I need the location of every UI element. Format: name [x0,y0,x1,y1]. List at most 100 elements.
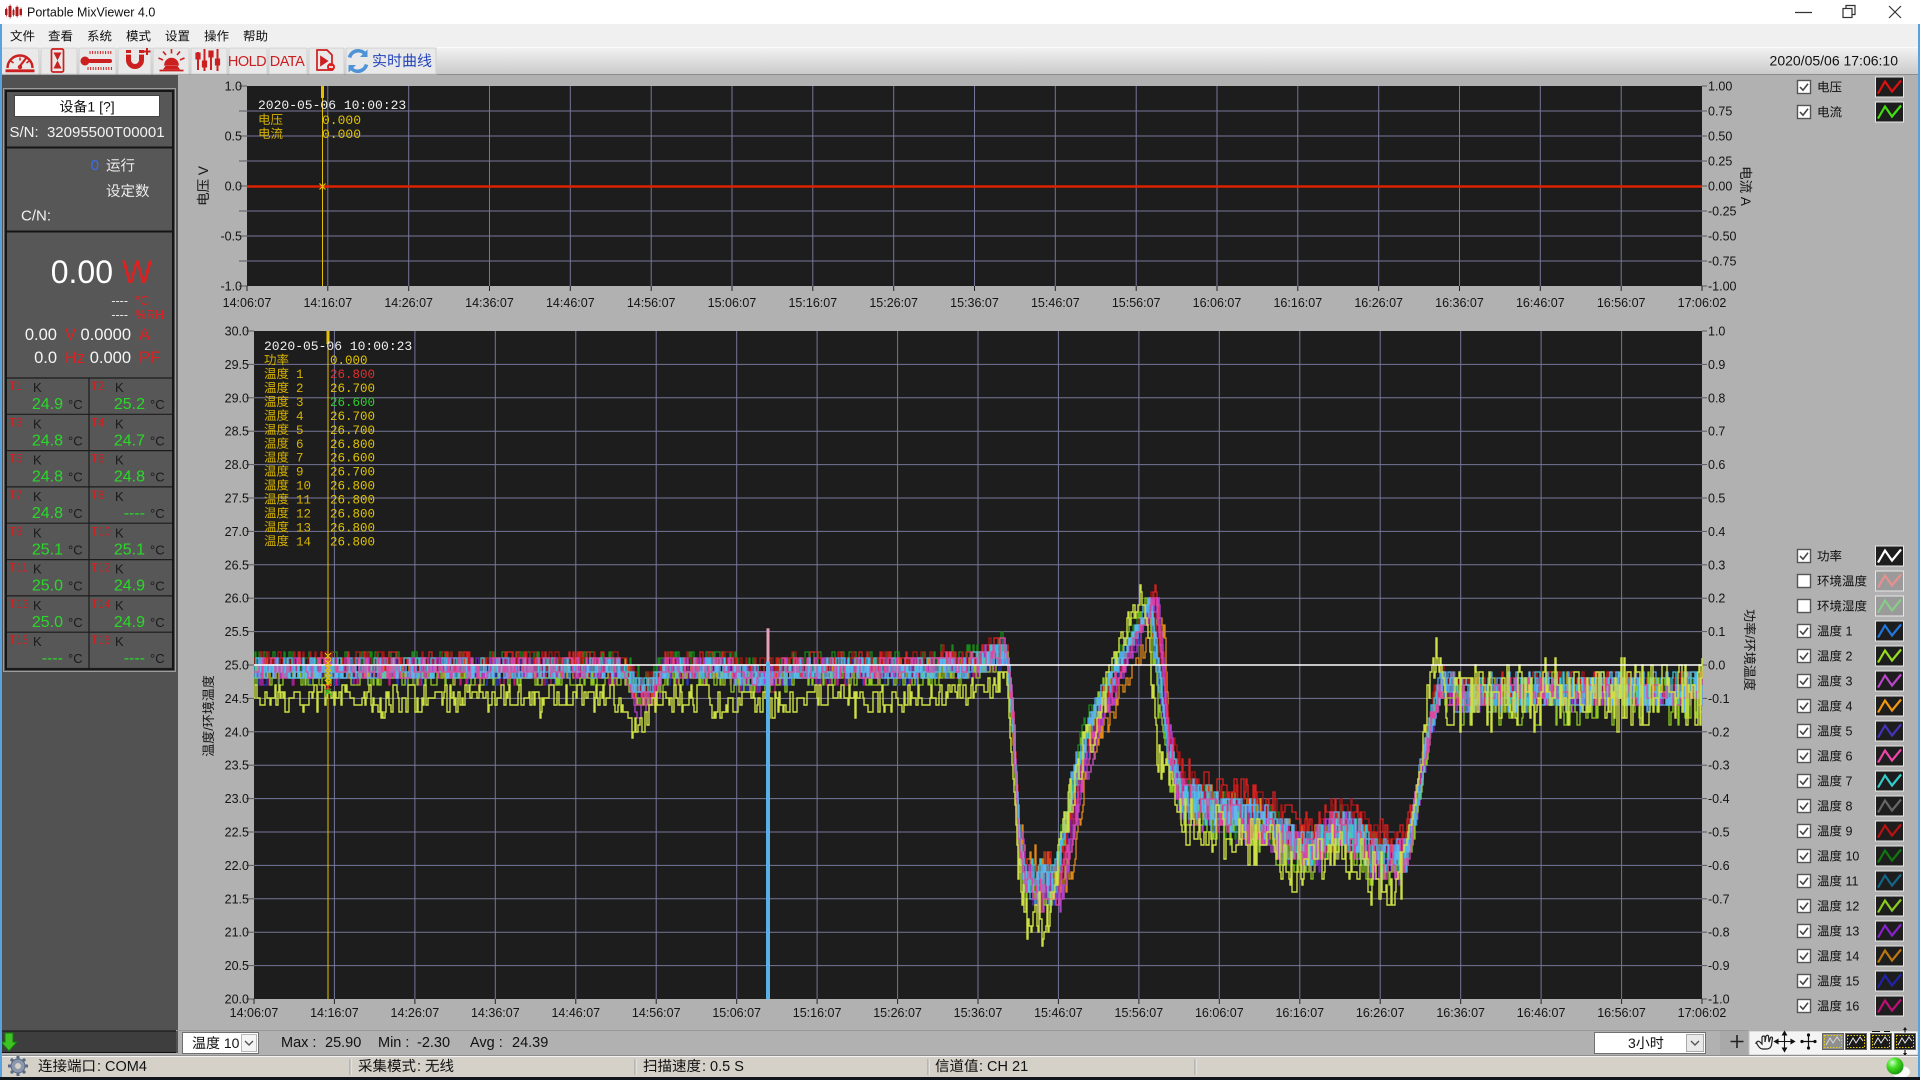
svg-text:PF: PF [139,349,160,367]
svg-text:2020/05/06 17:06:10: 2020/05/06 17:06:10 [1770,53,1899,69]
svg-text:27.5: 27.5 [225,492,249,506]
svg-text:T2: T2 [91,381,104,393]
svg-text:22.0: 22.0 [225,859,249,873]
svg-text:-0.4: -0.4 [1708,792,1730,806]
svg-text:14:26:07: 14:26:07 [384,296,433,310]
svg-text:14:06:07: 14:06:07 [223,296,272,310]
svg-text:T16: T16 [91,635,111,647]
svg-text:7: 7 [1842,775,1852,789]
svg-text:15:16:07: 15:16:07 [788,296,837,310]
svg-text:28.0: 28.0 [225,458,249,472]
svg-text:0.5: 0.5 [225,130,242,144]
svg-text:14:46:07: 14:46:07 [546,296,595,310]
svg-text:16:46:07: 16:46:07 [1517,1006,1566,1020]
svg-text:12: 12 [296,507,311,521]
svg-text:0.00: 0.00 [51,254,113,290]
svg-text:20.0: 20.0 [225,993,249,1007]
svg-text:°C: °C [68,542,83,557]
svg-text:24.8: 24.8 [32,469,63,486]
svg-text:14: 14 [1842,950,1859,964]
svg-text:25.0: 25.0 [32,578,63,595]
svg-text:14: 14 [296,535,311,549]
svg-text:3: 3 [296,396,304,410]
svg-text:°C: °C [150,651,165,666]
svg-text:K: K [33,416,42,431]
svg-text:T3: T3 [9,417,22,429]
svg-text:Min :: Min : [378,1035,409,1051]
svg-text:K: K [115,562,124,577]
svg-text:10: 10 [296,480,311,494]
svg-text:14:06:07: 14:06:07 [230,1006,279,1020]
svg-text:T14: T14 [91,599,111,611]
svg-text:-1.0: -1.0 [220,280,242,294]
svg-text:T9: T9 [9,526,22,538]
svg-text:K: K [115,489,124,504]
svg-text:26.5: 26.5 [225,558,249,572]
svg-text:K: K [115,634,124,649]
svg-text:-1.00: -1.00 [1708,280,1737,294]
svg-text:A: A [1738,193,1753,206]
svg-text:----: ---- [42,650,63,667]
svg-text:16:56:07: 16:56:07 [1597,296,1646,310]
svg-text:K: K [115,380,124,395]
svg-text:----: ---- [124,505,145,522]
svg-text:1.0: 1.0 [1708,325,1725,339]
svg-text:9: 9 [1842,825,1852,839]
svg-text:K: K [33,562,42,577]
svg-text:-0.75: -0.75 [1708,255,1737,269]
svg-text:°C: °C [150,506,165,521]
svg-text:°C: °C [68,470,83,485]
svg-text:-0.8: -0.8 [1708,926,1730,940]
svg-text:20.5: 20.5 [225,959,249,973]
svg-text:1 [?]: 1 [?] [87,99,114,115]
svg-text:T5: T5 [9,454,22,466]
svg-text:3: 3 [1628,1035,1636,1051]
svg-text:16:16:07: 16:16:07 [1273,296,1322,310]
svg-text:-1.0: -1.0 [1708,993,1730,1007]
svg-text:-0.6: -0.6 [1708,859,1730,873]
svg-text:-0.2: -0.2 [1708,725,1730,739]
svg-text:0.9: 0.9 [1708,358,1725,372]
svg-text:14:16:07: 14:16:07 [310,1006,359,1020]
svg-text:T12: T12 [91,563,111,575]
svg-text:°C: °C [150,542,165,557]
svg-text:HOLD: HOLD [228,54,266,70]
svg-text:14:26:07: 14:26:07 [391,1006,440,1020]
svg-text:6: 6 [1842,750,1852,764]
svg-text:-0.5: -0.5 [220,230,242,244]
svg-text:25.90: 25.90 [325,1035,361,1051]
svg-text:°C: °C [68,651,83,666]
svg-text:15:26:07: 15:26:07 [869,296,918,310]
svg-text:T15: T15 [9,635,29,647]
svg-text:K: K [115,598,124,613]
svg-text:12: 12 [1842,900,1859,914]
svg-text:26.0: 26.0 [225,592,249,606]
svg-text:29.0: 29.0 [225,391,249,405]
svg-text:°C: °C [68,433,83,448]
svg-text:8: 8 [1842,800,1852,814]
svg-text:1.0: 1.0 [225,80,242,94]
svg-text:/: / [201,727,216,731]
svg-text:°C: °C [68,397,83,412]
svg-text:5: 5 [296,424,304,438]
svg-text:25.2: 25.2 [114,396,145,413]
svg-text:0.6: 0.6 [1708,458,1725,472]
svg-text:26.800: 26.800 [330,521,375,535]
svg-text:24.9: 24.9 [114,578,145,595]
svg-text:28.5: 28.5 [225,425,249,439]
svg-text:23.0: 23.0 [225,792,249,806]
svg-text:0.1: 0.1 [1708,625,1725,639]
svg-text:15:16:07: 15:16:07 [793,1006,842,1020]
svg-text:2020-05-06 10:00:23: 2020-05-06 10:00:23 [258,98,406,113]
svg-text:26.800: 26.800 [330,535,375,549]
svg-text:16: 16 [1842,1000,1859,1014]
svg-text:15:06:07: 15:06:07 [708,296,757,310]
svg-text:26.600: 26.600 [330,452,375,466]
svg-text:25.0: 25.0 [225,659,249,673]
svg-text:1: 1 [296,368,304,382]
svg-text:0.0: 0.0 [225,180,242,194]
svg-text:21.5: 21.5 [225,892,249,906]
svg-text:24.8: 24.8 [114,469,145,486]
svg-text:°C: °C [150,433,165,448]
svg-text:16:36:07: 16:36:07 [1435,296,1484,310]
